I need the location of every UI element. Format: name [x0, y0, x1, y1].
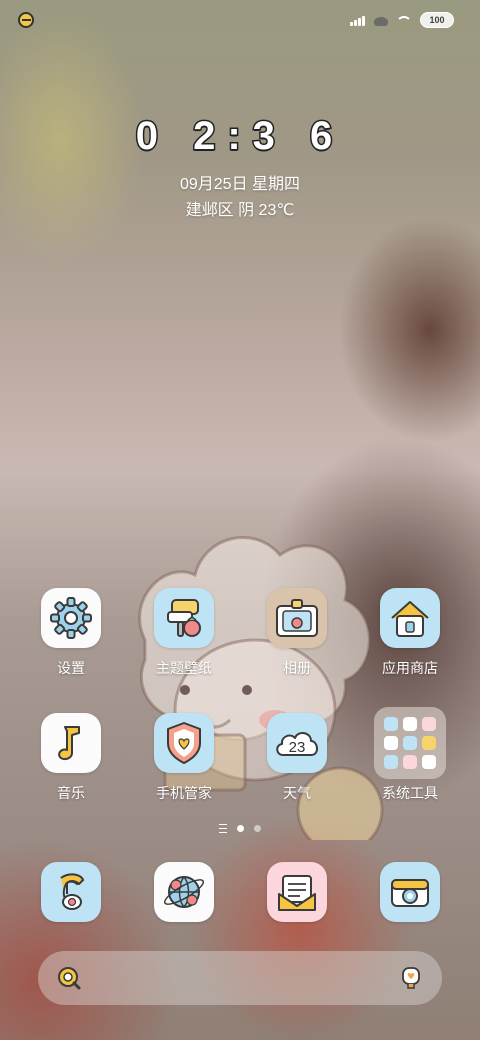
cat-icon [374, 14, 388, 26]
page-indicator[interactable] [0, 824, 480, 833]
app-label: 手机管家 [156, 785, 212, 801]
weather-icon-temp: 23 [289, 739, 306, 756]
app-label: 主题壁纸 [156, 660, 212, 676]
folder-system-tools[interactable]: 系统工具 [355, 707, 465, 803]
bee-notification-icon [18, 12, 34, 28]
dock-phone[interactable] [16, 862, 126, 922]
cloud-icon[interactable]: 23 [267, 713, 327, 773]
weather-text[interactable]: 建邺区 阴 23℃ [0, 196, 480, 220]
camera-icon[interactable] [380, 862, 440, 922]
voice-assistant-icon[interactable] [398, 965, 424, 991]
wifi-icon [394, 14, 414, 26]
message-icon[interactable] [267, 862, 327, 922]
app-label: 天气 [283, 785, 311, 801]
dock-messages[interactable] [242, 862, 352, 922]
app-label: 应用商店 [382, 660, 438, 676]
page-dot-active[interactable] [237, 825, 244, 832]
phone-icon[interactable] [41, 862, 101, 922]
dock-camera[interactable] [355, 862, 465, 922]
app-music[interactable]: 音乐 [16, 713, 126, 803]
date-text[interactable]: 09月25日 星期四 [0, 170, 480, 194]
app-settings[interactable]: 设置 [16, 588, 126, 678]
dock [0, 862, 480, 924]
app-label: 系统工具 [382, 785, 438, 801]
status-indicators: 100 [350, 12, 454, 28]
dock-browser[interactable] [129, 862, 239, 922]
gear-icon[interactable] [41, 588, 101, 648]
app-store[interactable]: 应用商店 [355, 588, 465, 678]
music-note-icon[interactable] [41, 713, 101, 773]
house-icon[interactable] [380, 588, 440, 648]
app-label: 相册 [283, 660, 311, 676]
page-dot[interactable] [254, 825, 261, 832]
browser-globe-icon[interactable] [154, 862, 214, 922]
app-label: 音乐 [57, 785, 85, 801]
photo-frame-icon[interactable] [267, 588, 327, 648]
paint-roller-icon[interactable] [154, 588, 214, 648]
folder-icon[interactable] [374, 707, 446, 779]
shield-heart-icon[interactable] [154, 713, 214, 773]
search-icon[interactable] [56, 965, 82, 991]
app-gallery[interactable]: 相册 [242, 588, 352, 678]
search-bar[interactable] [38, 951, 442, 1005]
status-bar: 100 [0, 8, 480, 34]
menu-icon[interactable] [219, 824, 227, 833]
app-label: 设置 [57, 660, 85, 676]
clock-time[interactable]: 0 2:3 6 [0, 113, 480, 160]
app-themes[interactable]: 主题壁纸 [129, 588, 239, 678]
app-phone-manager[interactable]: 手机管家 [129, 713, 239, 803]
battery-indicator: 100 [420, 12, 454, 28]
signal-icon [350, 14, 368, 26]
app-weather[interactable]: 23 天气 [242, 713, 352, 803]
